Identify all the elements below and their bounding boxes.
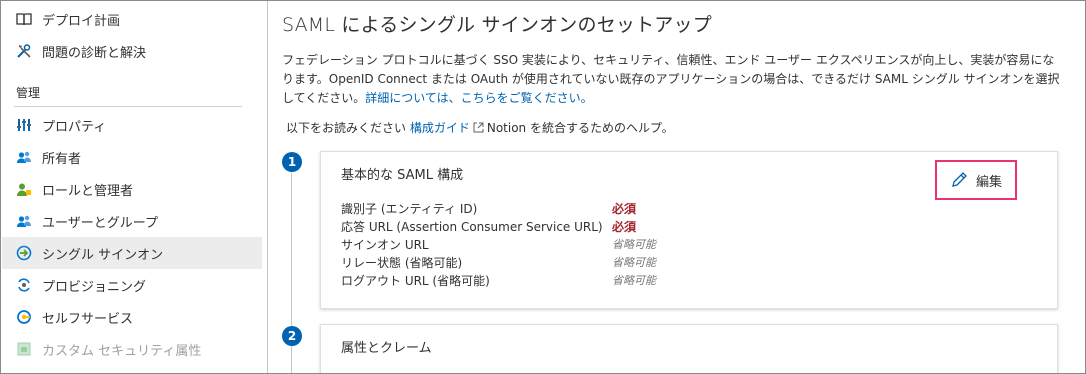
sidebar-item-label: プロビジョニング	[42, 279, 147, 295]
sidebar-nav: デプロイ計画 問題の診断と解決 管理 プロパティ 所有者 ロールと管理者 ユーザ…	[2, 1, 262, 373]
basic-saml-config-card: 基本的な SAML 構成 編集 識別子 (エンティティ ID) 必須 応答 UR…	[320, 151, 1058, 309]
card-title: 属性とクレーム	[341, 341, 432, 356]
pencil-icon	[950, 171, 968, 189]
field-row-identifier: 識別子 (エンティティ ID) 必須	[341, 202, 637, 216]
section-heading-manage: 管理	[16, 86, 41, 100]
properties-icon	[16, 117, 32, 133]
book-icon	[16, 11, 32, 27]
configuration-guide-link[interactable]: 構成ガイド	[410, 121, 470, 135]
sidebar-item-label: 所有者	[42, 151, 82, 167]
sidebar-item-users-groups[interactable]: ユーザーとグループ	[2, 205, 262, 237]
sidebar-item-single-sign-on[interactable]: シングル サインオン	[2, 237, 262, 269]
sidebar-item-label: シングル サインオン	[42, 247, 164, 263]
sidebar-item-label: デプロイ計画	[42, 13, 121, 29]
guide-text: 以下をお読みください 構成ガイド Notion を統合するためのヘルプ。	[286, 121, 674, 135]
users-groups-icon	[16, 213, 32, 229]
sidebar-item-label: 問題の診断と解決	[42, 45, 147, 61]
external-link-icon	[473, 122, 484, 133]
sidebar-item-provisioning[interactable]: プロビジョニング	[2, 269, 262, 301]
field-row-reply-url: 応答 URL (Assertion Consumer Service URL) …	[341, 220, 637, 234]
single-sign-on-icon	[16, 245, 32, 261]
sidebar-item-self-service[interactable]: セルフサービス	[2, 301, 262, 333]
sidebar-item-owners[interactable]: 所有者	[2, 141, 262, 173]
required-badge: 必須	[612, 220, 637, 234]
sidebar-item-label: カスタム セキュリティ属性	[42, 343, 202, 359]
intro-line: してください。詳細については、こちらをご覧ください。	[282, 91, 593, 105]
intro-text: フェデレーション プロトコルに基づく SSO 実装により、セキュリティ、信頼性、…	[282, 51, 1077, 108]
edit-button[interactable]: 編集	[935, 160, 1017, 200]
edit-button-label: 編集	[975, 174, 1002, 190]
card-title: 基本的な SAML 構成	[341, 168, 464, 183]
sidebar-item-custom-security-attributes[interactable]: カスタム セキュリティ属性	[2, 333, 262, 365]
step-number-badge: 2	[282, 326, 302, 346]
intro-line: ります。OpenID Connect または OAuth が使用されていない既存…	[282, 72, 1060, 86]
optional-badge: 省略可能	[612, 274, 656, 287]
self-service-icon	[16, 309, 32, 325]
attributes-claims-card: 属性とクレーム	[320, 324, 1058, 373]
custom-security-attributes-icon	[16, 341, 32, 357]
sidebar-item-label: ユーザーとグループ	[42, 215, 158, 231]
sidebar-item-properties[interactable]: プロパティ	[2, 109, 262, 141]
page-title: SAML によるシングル サインオンのセットアップ	[282, 14, 712, 36]
section-divider	[14, 106, 242, 107]
required-badge: 必須	[612, 202, 637, 216]
learn-more-link[interactable]: 詳細については、こちらをご覧ください。	[365, 91, 592, 105]
main-content: SAML によるシングル サインオンのセットアップ フェデレーション プロトコル…	[268, 1, 1085, 373]
intro-line: フェデレーション プロトコルに基づく SSO 実装により、セキュリティ、信頼性、…	[282, 53, 1055, 67]
optional-badge: 省略可能	[612, 256, 656, 269]
sidebar-item-label: ロールと管理者	[42, 183, 134, 199]
step-number-badge: 1	[282, 152, 302, 172]
sidebar-item-diagnose-solve[interactable]: 問題の診断と解決	[2, 35, 262, 67]
roles-admins-icon	[16, 181, 32, 197]
provisioning-icon	[16, 277, 32, 293]
field-row-sign-on-url: サインオン URL 省略可能	[341, 238, 656, 252]
tools-icon	[16, 43, 32, 59]
field-row-relay-state: リレー状態 (省略可能) 省略可能	[341, 256, 656, 270]
app-frame: デプロイ計画 問題の診断と解決 管理 プロパティ 所有者 ロールと管理者 ユーザ…	[0, 0, 1086, 374]
sidebar-item-label: セルフサービス	[42, 311, 134, 327]
sidebar-item-label: プロパティ	[42, 119, 107, 135]
sidebar-item-roles-admins[interactable]: ロールと管理者	[2, 173, 262, 205]
sidebar-item-deployment-plan[interactable]: デプロイ計画	[2, 3, 262, 35]
optional-badge: 省略可能	[612, 238, 656, 251]
owners-icon	[16, 149, 32, 165]
field-row-logout-url: ログアウト URL (省略可能) 省略可能	[341, 274, 656, 288]
